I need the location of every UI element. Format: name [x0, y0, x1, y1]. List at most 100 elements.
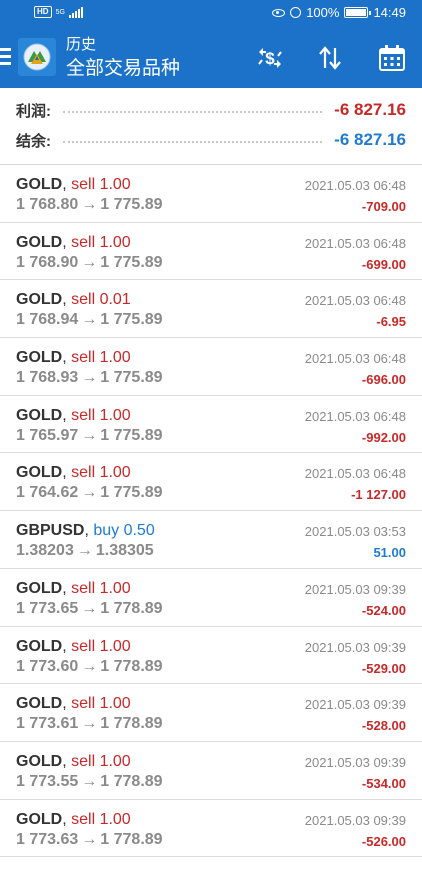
- title-block[interactable]: 历史 全部交易品种: [66, 35, 180, 81]
- trade-open-price: 1 773.60: [16, 657, 79, 675]
- trade-row[interactable]: GOLD, sell 1.00 1 765.97 → 1 775.89 2021.0…: [0, 396, 422, 454]
- trade-symbol: GOLD: [16, 349, 63, 367]
- trade-time: 2021.05.03 06:48: [304, 178, 406, 193]
- trade-close-price: 1 775.89: [100, 369, 163, 387]
- trade-separator: ,: [84, 522, 94, 540]
- trade-time: 2021.05.03 09:39: [304, 581, 406, 597]
- trade-symbol: GOLD: [16, 810, 63, 828]
- clock: 14:49: [373, 5, 406, 20]
- trade-open-price: 1 768.80: [16, 196, 79, 213]
- trade-row[interactable]: GOLD, sell 1.00 1 773.55 → 1 778.89 2021.0…: [0, 742, 422, 800]
- network-type: 5G: [55, 8, 65, 16]
- trade-prices: 1 764.62 → 1 775.89: [16, 484, 163, 502]
- trade-row[interactable]: GOLD, sell 0.01 1 768.94 → 1 775.89 2021.0…: [0, 280, 422, 339]
- trade-time: 2021.05.03 09:39: [304, 812, 406, 828]
- trade-prices: 1 773.61 → 1 778.89: [16, 715, 163, 733]
- arrow-right-icon: →: [81, 311, 98, 329]
- status-right: 100% 14:49: [272, 5, 406, 20]
- trade-symbol: GOLD: [16, 406, 63, 424]
- trade-profit: -534.00: [361, 775, 406, 791]
- signal-icon: [68, 6, 83, 18]
- trade-time: 2021.05.03 06:48: [304, 293, 406, 309]
- trade-side-volume: sell 1.00: [71, 752, 131, 770]
- trade-prices: 1 768.94 → 1 775.89: [16, 311, 163, 329]
- trade-open-price: 1 773.65: [16, 599, 79, 617]
- trade-separator: ,: [62, 349, 72, 367]
- sort-icon[interactable]: [314, 42, 346, 74]
- trade-profit: -992.00: [361, 429, 406, 445]
- trade-prices: 1 773.60 → 1 778.89: [16, 658, 163, 676]
- trade-side-volume: sell 1.00: [71, 695, 131, 713]
- trade-symbol: GOLD: [16, 464, 63, 482]
- trade-prices: 1 765.97 → 1 775.89: [16, 427, 163, 445]
- trade-header: GOLD, sell 1.00: [16, 638, 131, 656]
- arrow-right-icon: →: [81, 196, 98, 213]
- trade-header: GOLD, sell 1.00: [16, 407, 131, 425]
- trade-separator: ,: [62, 810, 72, 828]
- trade-separator: ,: [62, 406, 72, 424]
- profit-row: 利润: -6 827.16: [16, 98, 406, 122]
- trade-separator: ,: [62, 579, 72, 597]
- dotted-leader: [63, 111, 323, 113]
- trade-header: GOLD, sell 1.00: [16, 580, 131, 598]
- trade-profit: -6.95: [376, 314, 406, 330]
- trade-symbol: GBPUSD: [16, 522, 85, 540]
- trade-time: 2021.05.03 09:39: [304, 697, 406, 713]
- trade-symbol: GOLD: [16, 579, 63, 597]
- alarm-icon: [290, 7, 302, 18]
- trade-side-volume: sell 1.00: [71, 579, 131, 597]
- calendar-icon[interactable]: [376, 42, 408, 74]
- trade-row[interactable]: GOLD, sell 1.00 1 773.63 → 1 778.89 2021.0…: [0, 800, 422, 858]
- page-title: 全部交易品种: [66, 58, 181, 79]
- currency-exchange-icon[interactable]: $: [254, 42, 286, 74]
- trade-separator: ,: [62, 291, 72, 309]
- trade-close-price: 1 778.89: [100, 657, 163, 675]
- trade-time: 2021.05.03 09:39: [304, 639, 406, 655]
- trade-time: 2021.05.03 06:48: [304, 351, 406, 367]
- trade-time: 2021.05.03 09:39: [304, 754, 406, 770]
- trade-open-price: 1 773.55: [16, 772, 79, 790]
- trade-symbol: GOLD: [16, 637, 63, 655]
- trade-row[interactable]: GOLD, sell 1.00 1 768.93 → 1 775.89 2021.0…: [0, 338, 422, 396]
- menu-icon[interactable]: [0, 48, 12, 66]
- trade-close-price: 1 775.89: [100, 196, 163, 213]
- profit-label: 利润:: [16, 102, 51, 120]
- trade-row[interactable]: GOLD, sell 1.00 1 768.90 → 1 775.89 2021.0…: [0, 223, 422, 281]
- status-left: HD 5G: [34, 6, 83, 18]
- trade-prices: 1 773.63 → 1 778.89: [16, 831, 163, 849]
- trade-profit: -709.00: [361, 199, 406, 214]
- trade-symbol: GOLD: [16, 291, 63, 309]
- trade-close-price: 1.38305: [95, 542, 154, 560]
- trade-row[interactable]: GOLD, sell 1.00 1 773.60 → 1 778.89 2021.0…: [0, 627, 422, 685]
- trade-profit: -524.00: [361, 602, 406, 618]
- trade-time: 2021.05.03 06:48: [304, 466, 406, 482]
- trade-symbol: GOLD: [16, 695, 63, 713]
- trade-row[interactable]: GOLD, sell 1.00 1 764.62 → 1 775.89 2021.0…: [0, 453, 422, 512]
- trade-list: GOLD, sell 1.00 1 768.80 → 1 775.89 2021.0…: [0, 165, 422, 858]
- trade-row[interactable]: GOLD, sell 1.00 1 773.61 → 1 778.89 2021.0…: [0, 684, 422, 742]
- trade-open-price: 1 768.94: [16, 311, 79, 329]
- trade-separator: ,: [62, 464, 72, 482]
- trade-close-price: 1 778.89: [100, 830, 163, 848]
- trade-header: GOLD, sell 1.00: [16, 811, 131, 829]
- trade-separator: ,: [62, 695, 72, 713]
- trade-symbol: GOLD: [16, 176, 63, 193]
- summary-panel: 利润: -6 827.16 结余: -6 827.16: [0, 88, 422, 165]
- trade-symbol: GOLD: [16, 752, 63, 770]
- trade-prices: 1.38203 → 1.38305: [16, 542, 154, 560]
- trade-row[interactable]: GOLD, sell 1.00 1 768.80 → 1 775.89 2021.0…: [0, 165, 422, 223]
- trade-profit: -696.00: [361, 372, 406, 388]
- profit-value: -6 827.16: [334, 100, 406, 119]
- trade-prices: 1 768.93 → 1 775.89: [16, 369, 163, 387]
- arrow-right-icon: →: [81, 426, 98, 444]
- trade-row[interactable]: GOLD, sell 1.00 1 773.65 → 1 778.89 2021.0…: [0, 569, 422, 627]
- trade-close-price: 1 778.89: [100, 715, 163, 733]
- balance-label: 结余:: [16, 132, 51, 150]
- trade-profit: -529.00: [361, 660, 406, 676]
- trade-row[interactable]: GBPUSD, buy 0.50 1.38203 → 1.38305 2021.05…: [0, 511, 422, 569]
- hd-icon: HD: [34, 6, 52, 18]
- trade-close-price: 1 775.89: [100, 426, 163, 444]
- trade-close-price: 1 775.89: [100, 311, 163, 329]
- battery-icon: [344, 7, 372, 18]
- trade-prices: 1 768.80 → 1 775.89: [16, 196, 163, 214]
